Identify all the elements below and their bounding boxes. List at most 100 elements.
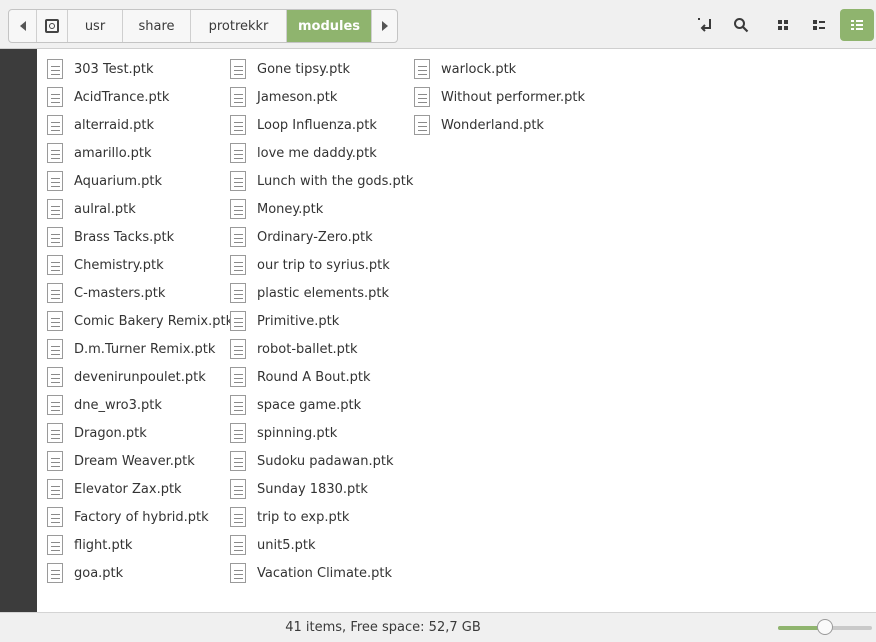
file-name: plastic elements.ptk: [257, 285, 389, 301]
document-icon: [230, 563, 246, 583]
file-item[interactable]: robot-ballet.ptk: [230, 335, 358, 363]
home-button[interactable]: [37, 10, 68, 42]
file-item[interactable]: Money.ptk: [230, 195, 323, 223]
document-icon: [414, 87, 430, 107]
document-icon: [47, 171, 63, 191]
document-icon: [230, 87, 246, 107]
document-icon: [230, 255, 246, 275]
path-segment-protrekkr[interactable]: protrekkr: [191, 10, 287, 42]
file-item[interactable]: 303 Test.ptk: [47, 55, 154, 83]
file-item[interactable]: Dream Weaver.ptk: [47, 447, 195, 475]
document-icon: [230, 199, 246, 219]
file-item[interactable]: Comic Bakery Remix.ptk: [47, 307, 233, 335]
file-name: our trip to syrius.ptk: [257, 257, 390, 273]
document-icon: [47, 339, 63, 359]
file-item[interactable]: aulral.ptk: [47, 195, 136, 223]
file-item[interactable]: Lunch with the gods.ptk: [230, 167, 413, 195]
compact-view-button[interactable]: [840, 9, 874, 41]
path-segment-usr[interactable]: usr: [68, 10, 123, 42]
file-name: 303 Test.ptk: [74, 61, 154, 77]
toggle-location-button[interactable]: [690, 10, 720, 40]
document-icon: [47, 451, 63, 471]
file-item[interactable]: love me daddy.ptk: [230, 139, 377, 167]
file-item[interactable]: Wonderland.ptk: [414, 111, 544, 139]
file-item[interactable]: Chemistry.ptk: [47, 251, 164, 279]
file-name: Lunch with the gods.ptk: [257, 173, 414, 189]
back-button[interactable]: [9, 10, 37, 42]
file-name: aulral.ptk: [74, 201, 136, 217]
document-icon: [230, 283, 246, 303]
file-item[interactable]: Aquarium.ptk: [47, 167, 162, 195]
file-name: Jameson.ptk: [257, 89, 338, 105]
zoom-slider-thumb[interactable]: [817, 619, 833, 635]
file-item[interactable]: Sudoku padawan.ptk: [230, 447, 393, 475]
file-item[interactable]: space game.ptk: [230, 391, 361, 419]
document-icon: [230, 451, 246, 471]
path-segment-modules[interactable]: modules: [287, 10, 372, 42]
document-icon: [47, 395, 63, 415]
path-segment-share[interactable]: share: [123, 10, 191, 42]
file-item[interactable]: Jameson.ptk: [230, 83, 337, 111]
document-icon: [47, 59, 63, 79]
search-button[interactable]: [726, 10, 756, 40]
document-icon: [230, 143, 246, 163]
file-name: Dream Weaver.ptk: [74, 453, 195, 469]
file-item[interactable]: Primitive.ptk: [230, 307, 339, 335]
forward-button[interactable]: [372, 10, 397, 42]
document-icon: [230, 311, 246, 331]
file-item[interactable]: spinning.ptk: [230, 419, 337, 447]
file-item[interactable]: plastic elements.ptk: [230, 279, 389, 307]
file-name: Brass Tacks.ptk: [74, 229, 175, 245]
file-view: 303 Test.ptk AcidTrance.ptk alterraid.ptk a…: [37, 49, 876, 612]
document-icon: [47, 143, 63, 163]
list-view-button[interactable]: [804, 10, 834, 40]
file-name: Dragon.ptk: [74, 425, 147, 441]
file-item[interactable]: AcidTrance.ptk: [47, 83, 169, 111]
document-icon: [47, 535, 63, 555]
file-item[interactable]: D.m.Turner Remix.ptk: [47, 335, 215, 363]
zoom-slider[interactable]: [778, 619, 872, 635]
document-icon: [414, 59, 430, 79]
file-item[interactable]: Loop Influenza.ptk: [230, 111, 377, 139]
file-item[interactable]: warlock.ptk: [414, 55, 516, 83]
file-item[interactable]: Brass Tacks.ptk: [47, 223, 174, 251]
file-item[interactable]: dne_wro3.ptk: [47, 391, 162, 419]
document-icon: [230, 507, 246, 527]
file-name: goa.ptk: [74, 565, 124, 581]
file-item[interactable]: C-masters.ptk: [47, 279, 165, 307]
file-item[interactable]: Elevator Zax.ptk: [47, 475, 182, 503]
toggle-location-icon: [698, 18, 711, 32]
file-item[interactable]: Sunday 1830.ptk: [230, 475, 368, 503]
file-item[interactable]: alterraid.ptk: [47, 111, 154, 139]
document-icon: [230, 395, 246, 415]
file-name: trip to exp.ptk: [257, 509, 350, 525]
document-icon: [47, 507, 63, 527]
file-item[interactable]: Dragon.ptk: [47, 419, 147, 447]
document-icon: [414, 115, 430, 135]
file-item[interactable]: devenirunpoulet.ptk: [47, 363, 206, 391]
file-item[interactable]: our trip to syrius.ptk: [230, 251, 390, 279]
file-name: alterraid.ptk: [74, 117, 154, 133]
icon-view-button[interactable]: [768, 10, 798, 40]
file-name: AcidTrance.ptk: [74, 89, 170, 105]
file-item[interactable]: Gone tipsy.ptk: [230, 55, 350, 83]
file-item[interactable]: Factory of hybrid.ptk: [47, 503, 209, 531]
file-item[interactable]: trip to exp.ptk: [230, 503, 349, 531]
file-item[interactable]: amarillo.ptk: [47, 139, 152, 167]
file-item[interactable]: goa.ptk: [47, 559, 123, 587]
file-item[interactable]: unit5.ptk: [230, 531, 315, 559]
compact-view-icon: [851, 20, 863, 30]
file-item[interactable]: Round A Bout.ptk: [230, 363, 371, 391]
file-name: devenirunpoulet.ptk: [74, 369, 206, 385]
file-item[interactable]: Vacation Climate.ptk: [230, 559, 392, 587]
file-name: robot-ballet.ptk: [257, 341, 358, 357]
file-item[interactable]: Without performer.ptk: [414, 83, 585, 111]
document-icon: [230, 423, 246, 443]
document-icon: [47, 423, 63, 443]
file-item[interactable]: flight.ptk: [47, 531, 132, 559]
document-icon: [47, 563, 63, 583]
status-text: 41 items, Free space: 52,7 GB: [285, 620, 481, 635]
sidebar: [0, 49, 37, 612]
document-icon: [47, 199, 63, 219]
file-item[interactable]: Ordinary-Zero.ptk: [230, 223, 373, 251]
